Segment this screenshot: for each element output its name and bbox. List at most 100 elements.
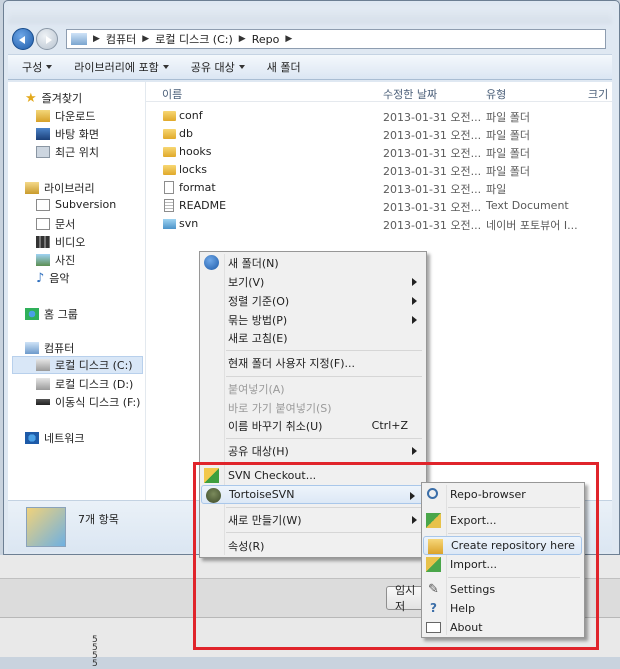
navigation-bar: ▶ 컴퓨터 ▶ 로컬 디스크 (C:) ▶ Repo ▶ <box>8 26 612 52</box>
blurred-menu-bar <box>8 6 612 24</box>
file-row-readme[interactable]: README 2013-01-31 오전... Text Document <box>146 197 612 215</box>
new-folder-button[interactable]: 새 폴더 <box>267 59 301 75</box>
background-digit: 5 <box>92 659 98 669</box>
menu-item-sort-by[interactable]: 정렬 기준(O) <box>200 291 426 310</box>
menu-item-paste: 붙여넣기(A) <box>200 379 426 398</box>
file-name: hooks <box>179 145 212 158</box>
menu-separator <box>226 438 422 439</box>
column-modified[interactable]: 수정한 날짜 <box>383 86 437 102</box>
file-modified: 2013-01-31 오전... <box>383 129 482 142</box>
crumb-separator-icon: ▶ <box>142 34 150 44</box>
file-modified: 2013-01-31 오전... <box>383 201 482 214</box>
file-name: db <box>179 127 193 140</box>
sidebar-item-favorites[interactable]: ★ 즐겨찾기 <box>25 90 82 106</box>
menu-item-label: 묶는 방법(P) <box>228 313 288 327</box>
document-library-icon <box>36 198 50 211</box>
new-folder-icon <box>204 255 219 270</box>
file-icon <box>164 181 174 194</box>
column-type[interactable]: 유형 <box>486 86 506 102</box>
sidebar-item-label: 사진 <box>55 254 76 267</box>
file-modified: 2013-01-31 오전... <box>383 147 482 160</box>
share-with-label: 공유 대상 <box>190 61 235 74</box>
menu-item-label: 바로 가기 붙여넣기(S) <box>228 401 332 415</box>
folder-preview-icon <box>26 507 66 547</box>
organize-label: 구성 <box>22 61 43 74</box>
sidebar-item-computer[interactable]: 컴퓨터 <box>25 340 74 356</box>
menu-item-customize[interactable]: 현재 폴더 사용자 지정(F)... <box>200 353 426 372</box>
menu-item-shortcut: Ctrl+Z <box>371 419 408 432</box>
sidebar-item-downloads[interactable]: 다운로드 <box>36 108 95 124</box>
documents-icon <box>36 218 50 230</box>
share-with-button[interactable]: 공유 대상 <box>191 59 245 75</box>
menu-item-group-by[interactable]: 묶는 방법(P) <box>200 310 426 329</box>
file-row-hooks[interactable]: hooks 2013-01-31 오전... 파일 폴더 <box>146 143 612 161</box>
submenu-arrow-icon <box>412 278 417 286</box>
menu-item-share-with[interactable]: 공유 대상(H) <box>200 441 426 460</box>
chevron-down-icon <box>46 65 53 72</box>
sidebar-item-videos[interactable]: 비디오 <box>36 234 85 250</box>
file-name: locks <box>179 163 207 176</box>
recent-places-icon <box>36 146 50 158</box>
crumb-separator-icon: ▶ <box>285 34 293 44</box>
submenu-arrow-icon <box>412 447 417 455</box>
menu-item-view[interactable]: 보기(V) <box>200 272 426 291</box>
file-name: README <box>179 199 227 212</box>
menu-item-new-folder[interactable]: 새 폴더(N) <box>200 253 426 272</box>
menu-item-label: 현재 폴더 사용자 지정(F)... <box>228 356 355 370</box>
file-type: 파일 폴더 <box>486 129 530 142</box>
folder-icon <box>163 147 176 157</box>
file-type: 파일 폴더 <box>486 165 530 178</box>
file-row-svn[interactable]: svn 2013-01-31 오전... 네이버 포토뷰어 I... <box>146 215 612 233</box>
hard-drive-icon <box>36 378 50 390</box>
file-modified: 2013-01-31 오전... <box>383 111 482 124</box>
sidebar-item-libraries[interactable]: 라이브러리 <box>25 180 95 196</box>
include-library-button[interactable]: 라이브러리에 포함 <box>74 59 169 75</box>
sidebar-item-pictures[interactable]: 사진 <box>36 252 75 268</box>
forward-arrow-icon[interactable] <box>36 28 58 50</box>
include-library-label: 라이브러리에 포함 <box>74 61 159 74</box>
sidebar-item-documents[interactable]: 문서 <box>36 216 75 232</box>
sidebar-item-label: 로컬 디스크 (D:) <box>55 378 134 391</box>
menu-item-label: 공유 대상(H) <box>228 444 289 458</box>
address-bar[interactable]: ▶ 컴퓨터 ▶ 로컬 디스크 (C:) ▶ Repo ▶ <box>66 29 606 49</box>
sidebar-item-drive-f[interactable]: 이동식 디스크 (F:) <box>36 394 140 410</box>
sidebar-item-recent[interactable]: 최근 위치 <box>36 144 99 160</box>
file-row-conf[interactable]: conf 2013-01-31 오전... 파일 폴더 <box>146 107 612 125</box>
organize-button[interactable]: 구성 <box>22 59 53 75</box>
sidebar-item-label: 네트워크 <box>44 432 85 445</box>
sidebar-item-label: 최근 위치 <box>55 146 99 159</box>
menu-item-paste-shortcut: 바로 가기 붙여넣기(S) <box>200 398 426 417</box>
back-arrow-icon[interactable] <box>12 28 34 50</box>
library-icon <box>25 182 39 194</box>
sidebar-item-subversion[interactable]: Subversion <box>36 198 116 211</box>
highlight-annotation-box <box>193 462 599 650</box>
menu-item-label: 새 폴더(N) <box>228 256 279 270</box>
network-icon <box>25 432 39 444</box>
file-row-db[interactable]: db 2013-01-31 오전... 파일 폴더 <box>146 125 612 143</box>
sidebar-item-music[interactable]: ♪ 음악 <box>36 270 70 286</box>
column-size[interactable]: 크기 <box>588 86 608 102</box>
crumb-computer[interactable]: 컴퓨터 <box>106 31 136 47</box>
removable-drive-icon <box>36 399 50 405</box>
file-modified: 2013-01-31 오전... <box>383 219 482 232</box>
sidebar-item-desktop[interactable]: 바탕 화면 <box>36 126 99 142</box>
sidebar-item-label: 홈 그룹 <box>44 308 78 321</box>
sidebar-item-network[interactable]: 네트워크 <box>25 430 84 446</box>
file-row-format[interactable]: format 2013-01-31 오전... 파일 <box>146 179 612 197</box>
sidebar-item-homegroup[interactable]: 홈 그룹 <box>25 306 78 322</box>
folder-icon <box>163 111 176 121</box>
file-row-locks[interactable]: locks 2013-01-31 오전... 파일 폴더 <box>146 161 612 179</box>
music-note-icon: ♪ <box>36 270 45 286</box>
file-type: 파일 <box>486 183 507 196</box>
crumb-drive-c[interactable]: 로컬 디스크 (C:) <box>155 31 233 47</box>
sidebar-item-drive-c[interactable]: 로컬 디스크 (C:) <box>12 356 143 374</box>
crumb-repo[interactable]: Repo <box>252 33 280 46</box>
sidebar-item-label: 이동식 디스크 (F:) <box>55 396 141 409</box>
menu-item-undo-rename[interactable]: 이름 바꾸기 취소(U) Ctrl+Z <box>200 416 426 435</box>
menu-item-refresh[interactable]: 새로 고침(E) <box>200 328 426 347</box>
column-name[interactable]: 이름 <box>162 86 182 102</box>
sidebar-item-drive-d[interactable]: 로컬 디스크 (D:) <box>36 376 133 392</box>
command-bar: 구성 라이브러리에 포함 공유 대상 새 폴더 <box>8 54 612 80</box>
file-type: 파일 폴더 <box>486 111 530 124</box>
folder-icon <box>163 129 176 139</box>
